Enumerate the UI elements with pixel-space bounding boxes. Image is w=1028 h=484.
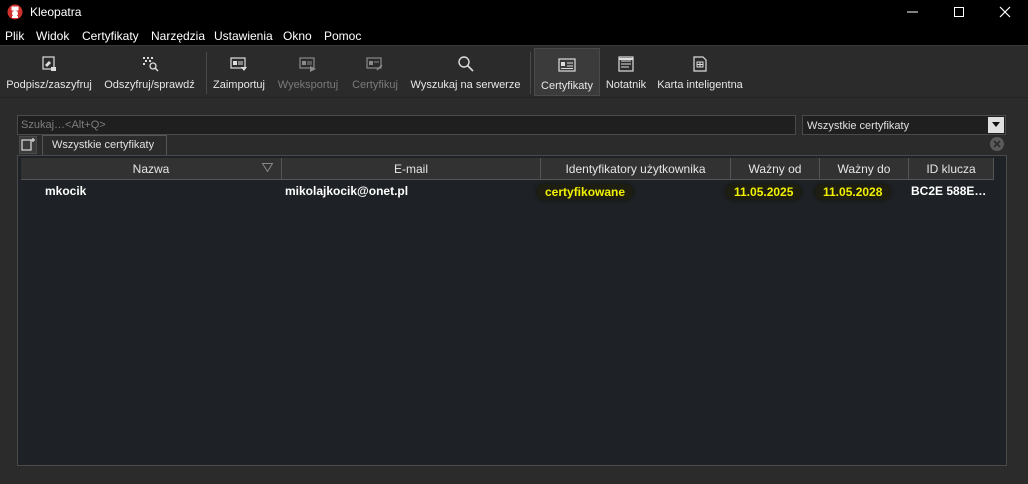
- smartcards-view-label: Karta inteligentna: [657, 79, 743, 91]
- menu-settings[interactable]: Ustawienia: [214, 29, 273, 43]
- tab-bar: Wszystkie certyfikaty: [17, 135, 1007, 155]
- column-header-label: ID klucza: [926, 162, 976, 176]
- search-input[interactable]: [17, 115, 796, 135]
- notepad-view-label: Notatnik: [605, 79, 647, 91]
- search-icon: [458, 56, 474, 72]
- close-icon: [999, 6, 1011, 18]
- window-title: Kleopatra: [30, 5, 82, 19]
- decrypt-verify-icon: [143, 57, 159, 72]
- menu-tools[interactable]: Narzędzia: [151, 29, 205, 43]
- sign-encrypt-icon: [42, 56, 56, 71]
- smartcard-icon: [693, 56, 707, 72]
- column-header-key-id[interactable]: ID klucza: [909, 158, 994, 180]
- certificates-view-button[interactable]: Certyfikaty: [534, 48, 600, 96]
- table-row[interactable]: mkocik mikolajkocik@onet.pl certyfikowan…: [18, 180, 1006, 202]
- cell-valid-until: 11.05.2028: [815, 184, 891, 200]
- column-header-label: Ważny od: [748, 162, 802, 176]
- maximize-icon: [954, 7, 964, 17]
- menu-certificates[interactable]: Certyfikaty: [82, 29, 139, 43]
- certificates-table: Nazwa E-mail Identyfikatory użytkownika …: [17, 155, 1007, 466]
- cell-valid-from: 11.05.2025: [726, 184, 802, 200]
- chevron-down-icon: [992, 122, 1000, 127]
- minimize-button[interactable]: [890, 0, 936, 24]
- column-header-valid-from[interactable]: Ważny od: [731, 158, 820, 180]
- sort-indicator-icon: [262, 163, 273, 172]
- column-header-email[interactable]: E-mail: [282, 158, 541, 180]
- column-header-user-ids[interactable]: Identyfikatory użytkownika: [541, 158, 731, 180]
- certificates-view-label: Certyfikaty: [541, 80, 593, 92]
- filter-selected-value: Wszystkie certyfikaty: [807, 120, 910, 132]
- column-header-label: Nazwa: [132, 162, 170, 176]
- dropdown-arrow-button[interactable]: [988, 117, 1004, 133]
- certify-icon: [366, 57, 383, 71]
- export-label: Wyeksportuj: [277, 79, 339, 91]
- export-certificate-icon: [299, 57, 316, 72]
- main-toolbar: Podpisz/zaszyfruj Odszyfruj/sprawdź Zaim…: [0, 46, 1028, 98]
- cell-key-id: BC2E 588E…: [911, 184, 987, 198]
- menu-help[interactable]: Pomoc: [324, 29, 361, 43]
- column-header-label: E-mail: [393, 162, 428, 176]
- menu-window[interactable]: Okno: [283, 29, 312, 43]
- cell-name: mkocik: [45, 184, 87, 198]
- close-icon: [993, 140, 1001, 148]
- column-header-label: Identyfikatory użytkownika: [565, 162, 706, 176]
- tab-all-certificates[interactable]: Wszystkie certyfikaty: [42, 135, 167, 155]
- certify-label: Certyfikuj: [352, 79, 398, 91]
- decrypt-verify-label: Odszyfruj/sprawdź: [104, 79, 195, 91]
- certificate-filter-select[interactable]: Wszystkie certyfikaty: [802, 115, 1006, 135]
- certificate-icon: [558, 58, 576, 72]
- cell-user-ids: certyfikowane: [537, 184, 634, 200]
- sign-encrypt-label: Podpisz/zaszyfruj: [6, 79, 92, 91]
- menu-bar: Plik Widok Certyfikaty Narzędzia Ustawie…: [0, 24, 1028, 46]
- notepad-icon: [618, 56, 634, 72]
- menu-file[interactable]: Plik: [5, 29, 24, 43]
- import-label: Zaimportuj: [213, 79, 265, 91]
- column-header-label: Ważny do: [837, 162, 891, 176]
- close-button[interactable]: [982, 0, 1028, 24]
- cell-email: mikolajkocik@onet.pl: [285, 184, 409, 198]
- menu-view[interactable]: Widok: [36, 29, 69, 43]
- lookup-server-label: Wyszukaj na serwerze: [410, 79, 521, 91]
- minimize-icon: [907, 11, 918, 13]
- import-button[interactable]: Zaimportuj: [210, 48, 268, 96]
- sign-encrypt-button[interactable]: Podpisz/zaszyfruj: [2, 48, 96, 96]
- smartcards-view-button[interactable]: Karta inteligentna: [654, 48, 746, 96]
- table-header: Nazwa E-mail Identyfikatory użytkownika …: [18, 158, 1006, 180]
- decrypt-verify-button[interactable]: Odszyfruj/sprawdź: [98, 48, 201, 96]
- new-tab-button[interactable]: [19, 136, 37, 154]
- maximize-button[interactable]: [936, 0, 982, 24]
- notepad-view-button[interactable]: Notatnik: [602, 48, 650, 96]
- certify-button[interactable]: Certyfikuj: [347, 48, 403, 96]
- toolbar-separator: [206, 52, 207, 94]
- tab-label: Wszystkie certyfikaty: [52, 139, 155, 151]
- column-header-name[interactable]: Nazwa: [21, 158, 282, 180]
- export-button[interactable]: Wyeksportuj: [272, 48, 344, 96]
- toolbar-separator: [530, 52, 531, 94]
- close-tab-button[interactable]: [990, 137, 1004, 151]
- import-certificate-icon: [230, 57, 247, 71]
- new-tab-icon: [21, 138, 35, 151]
- lookup-server-button[interactable]: Wyszukaj na serwerze: [407, 48, 524, 96]
- kleopatra-app-icon: [7, 4, 23, 20]
- title-bar: Kleopatra: [0, 0, 1028, 24]
- column-header-valid-until[interactable]: Ważny do: [820, 158, 909, 180]
